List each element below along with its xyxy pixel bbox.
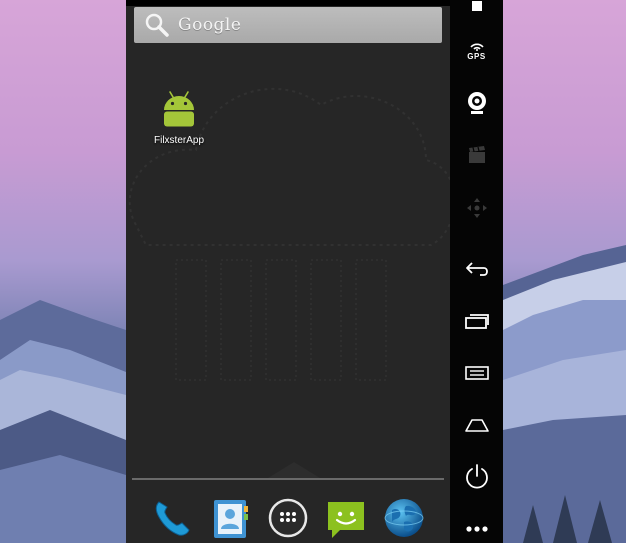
power-indicator[interactable] [450,0,503,12]
back-button[interactable] [450,254,503,284]
dock [126,490,450,543]
desktop-wallpaper-right [503,0,626,543]
camera-button[interactable] [450,88,503,118]
dpad-icon [466,198,487,218]
messaging-icon [328,502,364,538]
google-search-bar[interactable]: Google [134,7,442,43]
dock-divider [132,478,444,480]
power-button[interactable] [450,461,503,491]
all-apps-icon [268,498,308,538]
back-icon [465,262,488,276]
phone-icon [155,501,190,536]
menu-button[interactable] [450,358,503,388]
status-bar [126,0,450,6]
dock-browser[interactable] [380,494,428,542]
dock-messaging[interactable] [322,494,370,542]
search-brand-text: Google [178,15,242,35]
emulator-control-strip: GPS [450,0,503,543]
browser-icon [384,499,424,537]
recent-apps-icon [464,314,489,329]
gps-label: GPS [467,52,486,61]
dock-all-apps[interactable] [264,494,312,542]
media-button[interactable] [450,140,503,170]
dock-contacts[interactable] [206,494,254,542]
android-home-screen: Google FilxsterApp [126,0,450,543]
home-button[interactable] [450,410,503,440]
clapperboard-icon [468,146,485,163]
app-label: FilxsterApp [153,135,204,146]
recent-apps-button[interactable] [450,306,503,336]
home-icon [464,419,489,432]
power-indicator-icon [471,1,482,11]
android-app-icon [164,91,194,127]
contacts-icon [214,500,248,538]
more-icon [465,526,488,532]
more-button[interactable] [450,514,503,543]
menu-icon [464,366,489,380]
dpad-button[interactable] [450,193,503,223]
desktop-wallpaper-left [0,0,126,543]
camera-icon [467,92,486,114]
search-icon [145,13,169,37]
app-shortcut-filxsterapp[interactable]: FilxsterApp [146,88,212,146]
dock-phone[interactable] [148,494,196,542]
power-icon [465,464,488,489]
gps-button[interactable]: GPS [450,38,503,64]
dock-pointer [268,462,320,478]
gps-icon [469,43,484,51]
